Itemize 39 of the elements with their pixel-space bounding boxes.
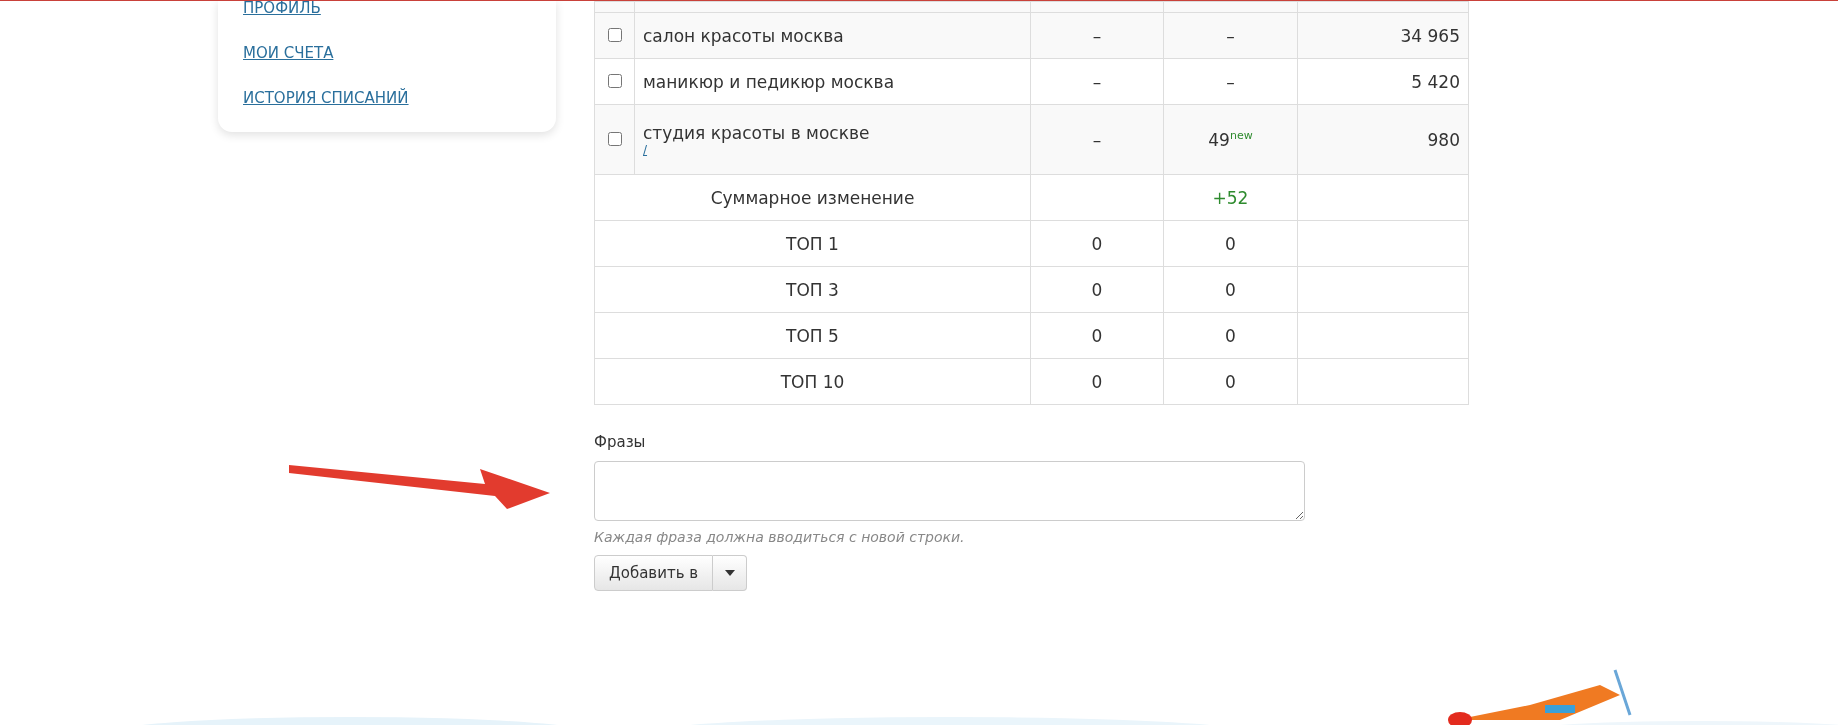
table-cell: 0 (1225, 371, 1236, 392)
table-cell: – (1092, 129, 1102, 150)
table-cell: – (1226, 71, 1235, 92)
table-cell: 0 (1091, 279, 1103, 300)
table-cell: 0 (1225, 325, 1236, 346)
table-cell: 980 (1427, 129, 1460, 150)
table-cell: 34 965 (1400, 25, 1460, 46)
sidebar-link[interactable]: МОИ СЧЕТА (243, 44, 531, 63)
table-cell: – (1226, 25, 1235, 46)
table-cell: 0 (1091, 233, 1103, 254)
table-cell: – (1092, 71, 1102, 92)
table-cell: 0 (1225, 233, 1236, 254)
field-label: Фразы (594, 433, 647, 451)
row-checkbox[interactable] (607, 73, 622, 88)
table-cell: студия красоты в москве (643, 122, 870, 143)
table-cell: Суммарное изменение (710, 187, 915, 208)
table-cell: 0 (1091, 371, 1103, 392)
table-cell: 49$^{new}$ (1208, 129, 1253, 150)
table-cell: 0 (1091, 325, 1103, 346)
table-cell: ТОП 3 (786, 279, 839, 300)
table-cell: ТОП 1 (786, 233, 839, 254)
row-checkbox[interactable] (607, 27, 622, 42)
phrases-field[interactable] (594, 461, 1305, 521)
table-cell: ТОП 5 (786, 325, 839, 346)
table-cell: 0 (1225, 279, 1236, 300)
table-cell: – (1092, 25, 1102, 46)
table-cell: салон красоты москва (643, 25, 844, 46)
caret-icon (724, 570, 735, 576)
sidebar-link[interactable]: ПРОФИЛЬ (243, 1, 531, 18)
table-cell: ТОП 10 (780, 371, 845, 392)
add-button[interactable]: Добавить в (594, 555, 714, 591)
dropdown-button[interactable] (713, 555, 748, 591)
table-cell: +52 (1212, 187, 1249, 208)
table-cell: 5 420 (1411, 71, 1460, 92)
table-cell: маникюр и педикюр москва (643, 71, 895, 92)
row-checkbox[interactable] (607, 131, 622, 146)
help-text: Каждая фраза должна вводиться с новой строки. (594, 529, 966, 545)
sidebar-link[interactable]: ИСТОРИЯ СПИСАНИЙ (243, 89, 531, 108)
phrase-link[interactable]: / (643, 142, 1022, 157)
